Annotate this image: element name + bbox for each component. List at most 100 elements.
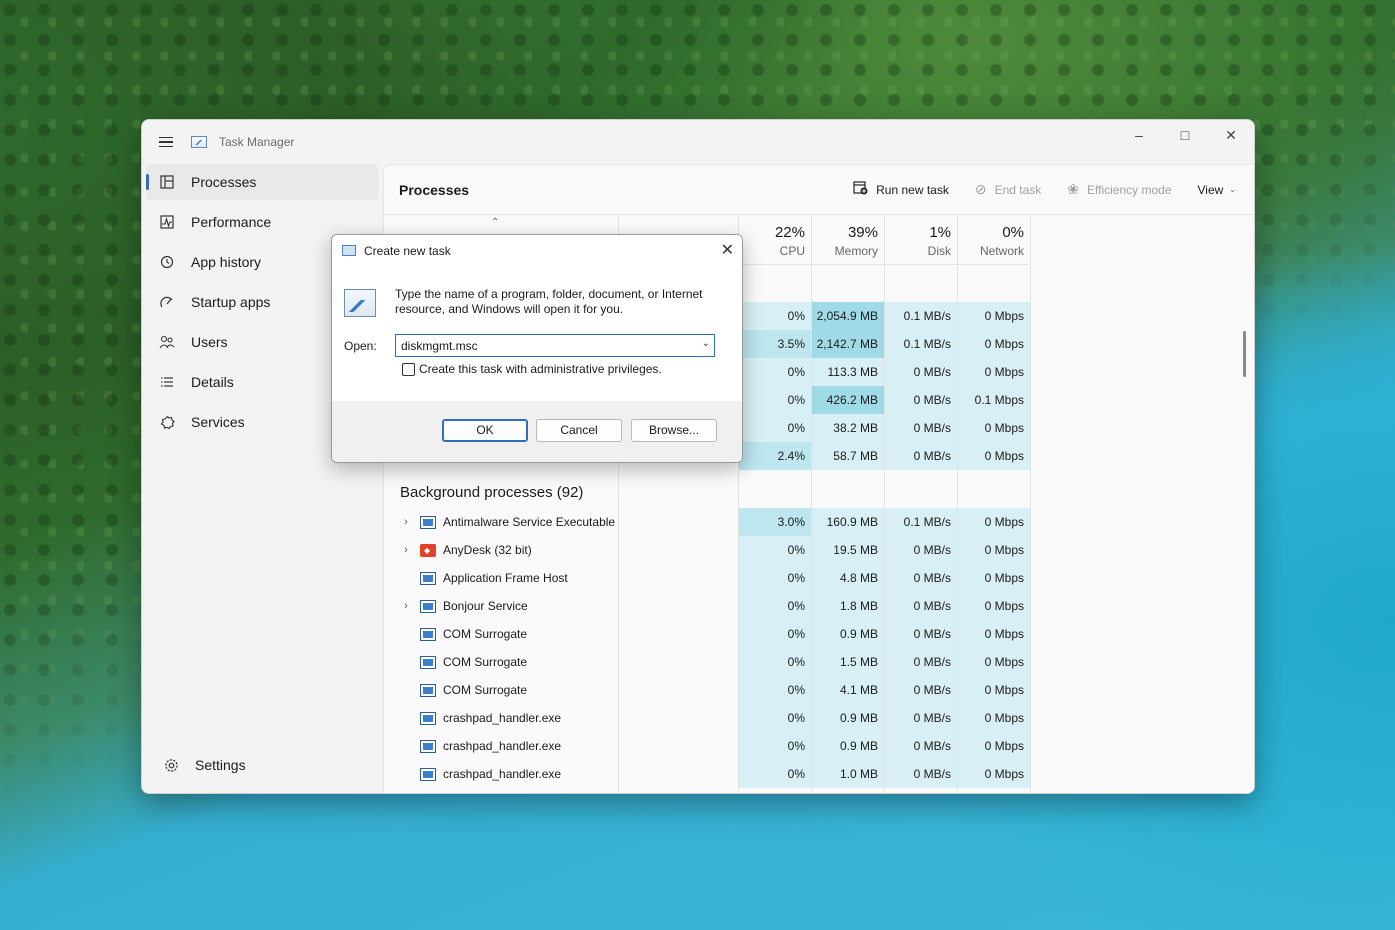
efficiency-mode-button[interactable]: ❀ Efficiency mode [1067, 181, 1171, 198]
disk-cell: 0 MB/s [885, 732, 957, 760]
sidebar-item-label: Processes [191, 174, 257, 190]
view-dropdown[interactable]: View ⌄ [1198, 183, 1237, 197]
network-cell: 0 Mbps [958, 648, 1030, 676]
cpu-cell: 0% [739, 564, 811, 592]
disk-label: Disk [927, 244, 951, 258]
cancel-button[interactable]: Cancel [536, 419, 622, 442]
service-icon [420, 599, 436, 613]
cpu-cell: 0% [739, 676, 811, 704]
chevron-right-icon[interactable]: › [400, 544, 412, 556]
memory-cell: 0.9 MB [812, 704, 884, 732]
sidebar-item-label: Services [191, 414, 245, 430]
cpu-cell: 0% [739, 302, 811, 330]
processes-icon [159, 174, 175, 190]
column-header-network[interactable]: 0% Network [958, 215, 1030, 264]
chevron-right-icon[interactable]: › [400, 516, 412, 528]
disk-cell: 0 MB/s [885, 358, 957, 386]
table-row[interactable]: crashpad_handler.exe 0% 0.9 MB 0 MB/s 0 … [384, 704, 1030, 732]
memory-cell: 58.7 MB [812, 442, 884, 470]
dialog-body: Type the name of a program, folder, docu… [332, 266, 742, 403]
table-row[interactable]: › Antimalware Service Executable 3.0% 160… [384, 508, 1030, 536]
network-cell: 0 Mbps [958, 302, 1030, 330]
window-title: Task Manager [219, 135, 295, 149]
dialog-title: Create new task [364, 243, 451, 258]
column-header-disk[interactable]: 1% Disk [885, 215, 957, 264]
network-cell: 0 Mbps [958, 414, 1030, 442]
service-icon [420, 655, 436, 669]
disk-cell: 0 MB/s [885, 564, 957, 592]
network-cell: 0 Mbps [958, 676, 1030, 704]
memory-cell: 19.5 MB [812, 536, 884, 564]
open-label: Open: [344, 339, 377, 353]
table-row[interactable]: COM Surrogate 0% 4.1 MB 0 MB/s 0 Mbps [384, 676, 1030, 704]
history-icon [159, 254, 175, 270]
service-icon [420, 515, 436, 529]
table-row[interactable]: COM Surrogate 0% 0.9 MB 0 MB/s 0 Mbps [384, 620, 1030, 648]
close-icon[interactable]: ✕ [1208, 120, 1254, 150]
disk-cell: 0 MB/s [885, 676, 957, 704]
sidebar-item-settings[interactable]: Settings [150, 747, 374, 783]
window-controls: – □ ✕ [1116, 120, 1254, 150]
table-row[interactable]: › Bonjour Service 0% 1.8 MB 0 MB/s 0 Mbps [384, 592, 1030, 620]
open-input[interactable] [396, 335, 686, 356]
chevron-down-icon[interactable]: ⌄ [702, 338, 710, 349]
sidebar-item-label: Details [191, 374, 234, 390]
run-new-task-label: Run new task [876, 182, 949, 197]
disk-cell: 0.1 MB/s [885, 330, 957, 358]
run-new-task-button[interactable]: Run new task [853, 181, 949, 198]
maximize-icon[interactable]: □ [1162, 120, 1208, 150]
network-cell: 0 Mbps [958, 592, 1030, 620]
process-name: AnyDesk (32 bit) [443, 543, 532, 557]
background-processes-header[interactable]: Background processes (92) [400, 484, 583, 501]
sidebar-item-processes[interactable]: Processes [146, 164, 378, 200]
service-icon [420, 571, 436, 585]
admin-privileges-checkbox[interactable] [402, 362, 415, 376]
table-row[interactable]: crashpad_handler.exe 0% 1.0 MB 0 MB/s 0 … [384, 760, 1030, 788]
create-new-task-dialog: Create new task ✕ Type the name of a pro… [331, 234, 743, 463]
dialog-description: Type the name of a program, folder, docu… [395, 287, 703, 316]
hamburger-menu-icon[interactable] [159, 137, 173, 147]
chevron-down-icon: ⌄ [1229, 185, 1236, 194]
service-icon [420, 767, 436, 781]
minimize-icon[interactable]: – [1116, 120, 1162, 150]
end-task-button[interactable]: ⊘ End task [975, 181, 1041, 198]
cpu-total: 22% [774, 224, 805, 241]
table-row[interactable]: crashpad_handler.exe 0% 0.9 MB 0 MB/s 0 … [384, 732, 1030, 760]
memory-cell: 2,142.7 MB [812, 330, 884, 358]
dialog-footer: OK Cancel Browse... [332, 401, 742, 462]
chevron-right-icon[interactable]: › [400, 600, 412, 612]
table-row[interactable]: › AnyDesk (32 bit) 0% 19.5 MB 0 MB/s 0 Mb… [384, 536, 1030, 564]
memory-label: Memory [834, 244, 878, 258]
open-combobox[interactable]: ⌄ [395, 334, 715, 357]
disk-cell: 0.1 MB/s [885, 302, 957, 330]
memory-cell: 0.9 MB [812, 732, 884, 760]
memory-cell: 4.8 MB [812, 564, 884, 592]
cpu-cell: 0% [739, 704, 811, 732]
memory-cell: 113.3 MB [812, 358, 884, 386]
memory-cell: 426.2 MB [812, 386, 884, 414]
admin-privileges-option[interactable]: Create this task with administrative pri… [402, 362, 662, 376]
task-manager-app-icon [191, 136, 207, 148]
memory-cell: 0.9 MB [812, 620, 884, 648]
network-cell: 0 Mbps [958, 732, 1030, 760]
disk-cell: 0 MB/s [885, 592, 957, 620]
cpu-cell: 2.4% [739, 442, 811, 470]
disk-cell: 0 MB/s [885, 648, 957, 676]
table-row[interactable]: COM Surrogate 0% 1.5 MB 0 MB/s 0 Mbps [384, 648, 1030, 676]
disk-total: 1% [929, 224, 951, 241]
table-row[interactable]: Application Frame Host 0% 4.8 MB 0 MB/s … [384, 564, 1030, 592]
network-cell: 0 Mbps [958, 760, 1030, 788]
sort-up-icon[interactable]: ⌃ [491, 217, 499, 228]
browse-button[interactable]: Browse... [631, 419, 717, 442]
disk-cell: 0 MB/s [885, 760, 957, 788]
vertical-scrollbar[interactable] [1243, 331, 1246, 377]
cpu-cell: 0% [739, 358, 811, 386]
close-icon[interactable]: ✕ [721, 240, 734, 260]
column-header-cpu[interactable]: 22% CPU [739, 215, 811, 264]
ok-button[interactable]: OK [442, 419, 528, 442]
process-name: COM Surrogate [443, 627, 528, 641]
column-header-memory[interactable]: 39% Memory [812, 215, 884, 264]
memory-cell: 160.9 MB [812, 508, 884, 536]
memory-cell: 4.1 MB [812, 676, 884, 704]
page-title: Processes [399, 181, 470, 198]
